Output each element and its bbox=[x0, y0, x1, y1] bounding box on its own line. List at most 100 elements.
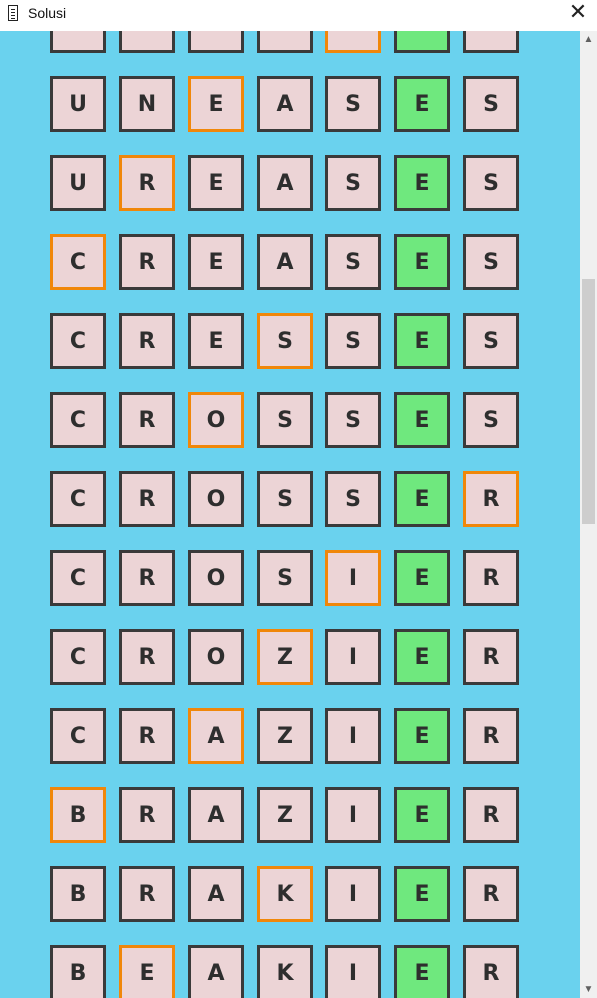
letter-tile: O bbox=[188, 550, 244, 606]
letter-tile: R bbox=[119, 234, 175, 290]
letter-tile: R bbox=[463, 629, 519, 685]
letter-tile: E bbox=[394, 550, 450, 606]
scroll-down-icon[interactable]: ▼ bbox=[580, 981, 597, 998]
letter-tile: R bbox=[463, 787, 519, 843]
solution-board: UNEASESUREASESCREASESCRESSESCROSSESCROSS… bbox=[0, 31, 580, 998]
changed-letter-tile: R bbox=[463, 471, 519, 527]
changed-letter-tile: R bbox=[119, 155, 175, 211]
letter-tile: E bbox=[188, 234, 244, 290]
changed-letter-tile: E bbox=[188, 76, 244, 132]
changed-letter-tile: C bbox=[50, 234, 106, 290]
changed-letter-tile: E bbox=[119, 945, 175, 998]
changed-letter-tile: A bbox=[188, 708, 244, 764]
letter-tile: C bbox=[50, 471, 106, 527]
letter-tile: I bbox=[325, 945, 381, 998]
vertical-scrollbar[interactable]: ▲ ▼ bbox=[580, 31, 597, 998]
letter-tile: Z bbox=[257, 708, 313, 764]
letter-tile: E bbox=[394, 392, 450, 448]
close-icon[interactable]: ✕ bbox=[563, 0, 593, 26]
changed-letter-tile: K bbox=[257, 866, 313, 922]
letter-tile: E bbox=[394, 866, 450, 922]
changed-letter-tile bbox=[325, 31, 381, 53]
window-title: Solusi bbox=[28, 5, 67, 21]
letter-tile: S bbox=[463, 234, 519, 290]
letter-tile: S bbox=[325, 155, 381, 211]
letter-tile: R bbox=[119, 392, 175, 448]
changed-letter-tile: O bbox=[188, 392, 244, 448]
letter-tile: U bbox=[50, 76, 106, 132]
letter-tile: Z bbox=[257, 787, 313, 843]
letter-tile: C bbox=[50, 708, 106, 764]
letter-tile: A bbox=[188, 787, 244, 843]
letter-tile: S bbox=[257, 392, 313, 448]
letter-tile bbox=[257, 31, 313, 53]
letter-tile: R bbox=[119, 550, 175, 606]
letter-tile: A bbox=[188, 866, 244, 922]
letter-tile: N bbox=[119, 76, 175, 132]
letter-tile: E bbox=[188, 155, 244, 211]
letter-tile: O bbox=[188, 629, 244, 685]
letter-tile: S bbox=[463, 392, 519, 448]
letter-tile: C bbox=[50, 313, 106, 369]
letter-tile: R bbox=[119, 866, 175, 922]
letter-tile: C bbox=[50, 629, 106, 685]
letter-tile: E bbox=[394, 76, 450, 132]
letter-tile bbox=[463, 31, 519, 53]
letter-tile bbox=[394, 31, 450, 53]
scroll-up-icon[interactable]: ▲ bbox=[580, 31, 597, 48]
letter-tile: S bbox=[325, 392, 381, 448]
letter-tile: E bbox=[394, 787, 450, 843]
letter-tile: S bbox=[257, 550, 313, 606]
letter-tile: E bbox=[394, 945, 450, 998]
letter-tile bbox=[119, 31, 175, 53]
letter-tile: A bbox=[257, 234, 313, 290]
scrollbar-thumb[interactable] bbox=[582, 279, 595, 524]
letter-tile: S bbox=[463, 155, 519, 211]
letter-tile: E bbox=[394, 708, 450, 764]
letter-tile: E bbox=[394, 313, 450, 369]
letter-tile: C bbox=[50, 550, 106, 606]
changed-letter-tile: B bbox=[50, 787, 106, 843]
letter-tile: S bbox=[325, 234, 381, 290]
letter-tile: R bbox=[119, 313, 175, 369]
letter-tile: U bbox=[50, 155, 106, 211]
letter-tile: S bbox=[325, 471, 381, 527]
letter-tile: B bbox=[50, 945, 106, 998]
letter-tile: R bbox=[463, 550, 519, 606]
letter-tile: E bbox=[394, 234, 450, 290]
letter-tile: I bbox=[325, 708, 381, 764]
letter-tile: S bbox=[463, 313, 519, 369]
letter-tile: A bbox=[188, 945, 244, 998]
letter-tile: R bbox=[119, 708, 175, 764]
app-menu-icon[interactable] bbox=[8, 5, 18, 21]
letter-tile: I bbox=[325, 866, 381, 922]
letter-tile: I bbox=[325, 787, 381, 843]
letter-tile: S bbox=[325, 76, 381, 132]
letter-tile: R bbox=[463, 708, 519, 764]
changed-letter-tile: Z bbox=[257, 629, 313, 685]
letter-tile: R bbox=[463, 866, 519, 922]
letter-tile: C bbox=[50, 392, 106, 448]
letter-tile: B bbox=[50, 866, 106, 922]
letter-tile: A bbox=[257, 76, 313, 132]
letter-tile: E bbox=[394, 471, 450, 527]
letter-tile: S bbox=[325, 313, 381, 369]
letter-tile: R bbox=[463, 945, 519, 998]
changed-letter-tile: I bbox=[325, 550, 381, 606]
letter-tile: S bbox=[257, 471, 313, 527]
letter-tile: E bbox=[394, 155, 450, 211]
letter-tile: S bbox=[463, 76, 519, 132]
changed-letter-tile: S bbox=[257, 313, 313, 369]
letter-tile: R bbox=[119, 629, 175, 685]
letter-tile: O bbox=[188, 471, 244, 527]
letter-tile: R bbox=[119, 787, 175, 843]
letter-tile bbox=[188, 31, 244, 53]
letter-tile: I bbox=[325, 629, 381, 685]
letter-tile: A bbox=[257, 155, 313, 211]
letter-tile: K bbox=[257, 945, 313, 998]
letter-tile: R bbox=[119, 471, 175, 527]
title-bar: Solusi ✕ bbox=[0, 0, 597, 31]
letter-tile: E bbox=[394, 629, 450, 685]
letter-tile: E bbox=[188, 313, 244, 369]
letter-tile bbox=[50, 31, 106, 53]
